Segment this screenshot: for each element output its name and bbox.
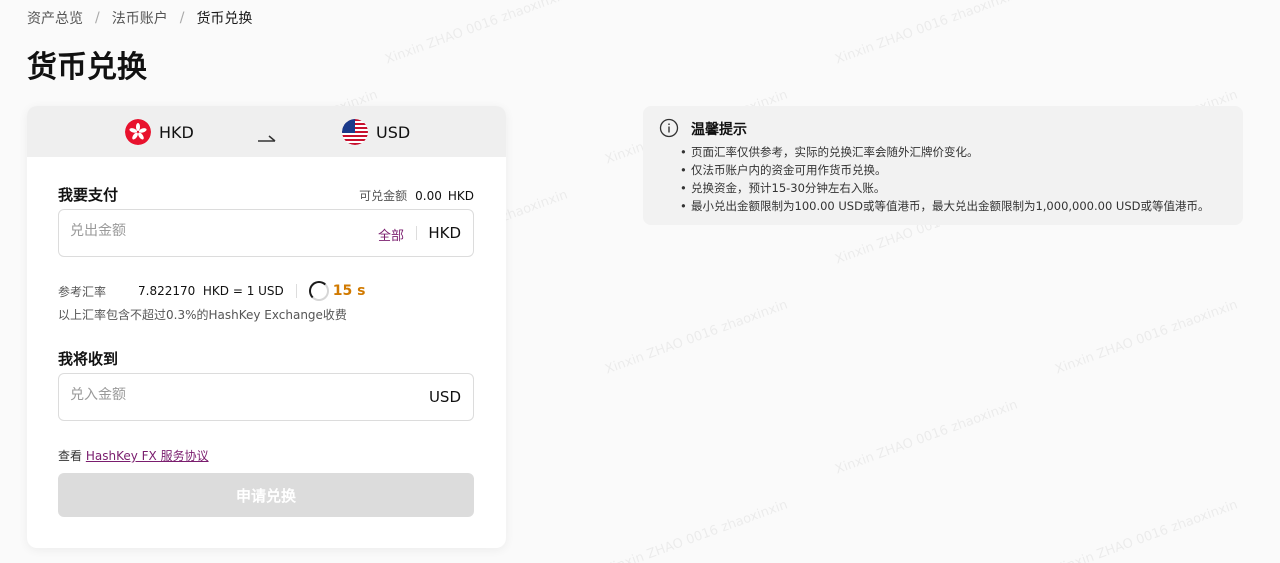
fee-note: 以上汇率包含不超过0.3%的HashKey Exchange收费 bbox=[58, 308, 347, 322]
pay-amount-input[interactable] bbox=[70, 223, 320, 239]
pay-currency-unit: HKD bbox=[428, 224, 461, 242]
receive-amount-input[interactable] bbox=[70, 387, 320, 403]
tip-item: 页面汇率仅供参考，实际的兑换汇率会随外汇牌价变化。 bbox=[680, 143, 1210, 161]
watermark: Xinxin ZHAO 0016 zhaoxinxin bbox=[603, 297, 790, 378]
exchange-card: HKD USD 我要支付 可兑金额 0.00 HKD 兑出金额 全部 HKD 参… bbox=[27, 106, 506, 548]
available-amount: 0.00 bbox=[415, 189, 442, 203]
divider bbox=[295, 284, 297, 298]
watermark: Xinxin ZHAO 0016 zhaoxinxin bbox=[603, 497, 790, 563]
rate-label: 参考汇率 bbox=[58, 284, 107, 299]
service-agreement-link[interactable]: HashKey FX 服务协议 bbox=[86, 449, 209, 463]
receive-label: 我将收到 bbox=[58, 350, 119, 368]
available-currency: HKD bbox=[447, 189, 474, 203]
available-label: 可兑金额 bbox=[359, 189, 408, 203]
breadcrumb: 资产总览 / 法币账户 / 货币兑换 bbox=[27, 8, 252, 28]
swap-arrow-icon[interactable] bbox=[258, 128, 276, 147]
to-currency[interactable]: USD bbox=[342, 119, 410, 145]
exchange-rate-row: 参考汇率 7.822170 HKD = 1 USD 15 s bbox=[58, 281, 366, 301]
tips-title: 温馨提示 bbox=[691, 122, 747, 138]
rate-countdown: 15 s bbox=[332, 283, 366, 299]
pay-amount-field: 全部 HKD bbox=[58, 209, 474, 257]
tip-item: 仅法币账户内的资金可用作货币兑换。 bbox=[680, 161, 1210, 179]
from-currency[interactable]: HKD bbox=[125, 119, 194, 145]
receive-currency-unit: USD bbox=[428, 388, 461, 406]
page-title: 货币兑换 bbox=[27, 50, 147, 85]
all-amount-button[interactable]: 全部 bbox=[378, 225, 404, 244]
us-flag-icon bbox=[342, 119, 368, 145]
watermark: Xinxin ZHAO 0016 zhaoxinxin bbox=[833, 0, 1020, 68]
breadcrumb-item-fiat-account[interactable]: 法币账户 bbox=[112, 8, 168, 28]
watermark: Xinxin ZHAO 0016 zhaoxinxin bbox=[833, 397, 1020, 478]
tips-panel: 温馨提示 页面汇率仅供参考，实际的兑换汇率会随外汇牌价变化。 仅法币账户内的资金… bbox=[643, 106, 1243, 225]
refresh-timer-icon bbox=[308, 281, 329, 301]
receive-amount-field: USD bbox=[58, 373, 474, 421]
available-balance: 可兑金额 0.00 HKD bbox=[359, 187, 474, 204]
breadcrumb-separator: / bbox=[179, 10, 185, 26]
apply-exchange-button[interactable]: 申请兑换 bbox=[58, 473, 474, 517]
currency-pair-bar: HKD USD bbox=[27, 106, 506, 157]
breadcrumb-separator: / bbox=[95, 10, 100, 26]
hong-kong-flag-icon bbox=[125, 119, 151, 145]
agreement-line: 查看 HashKey FX 服务协议 bbox=[58, 447, 209, 464]
watermark: Xinxin ZHAO 0016 zhaoxinxin bbox=[1053, 297, 1240, 378]
pay-label: 我要支付 bbox=[58, 186, 119, 204]
info-icon bbox=[659, 118, 679, 142]
tip-item: 兑换资金，预计15-30分钟左右入账。 bbox=[680, 179, 1210, 197]
agreement-prefix: 查看 bbox=[58, 449, 86, 463]
divider bbox=[416, 226, 417, 240]
from-currency-code: HKD bbox=[159, 122, 194, 142]
to-currency-code: USD bbox=[376, 122, 411, 142]
breadcrumb-item-current: 货币兑换 bbox=[196, 11, 253, 27]
watermark: Xinxin ZHAO 0016 zhaoxinxin bbox=[383, 0, 570, 68]
rate-value: 7.822170 HKD = 1 USD bbox=[138, 284, 284, 298]
tip-item: 最小兑出金额限制为100.00 USD或等值港币，最大兑出金额限制为1,000,… bbox=[680, 197, 1210, 215]
breadcrumb-item-assets-overview[interactable]: 资产总览 bbox=[27, 8, 83, 28]
tips-list: 页面汇率仅供参考，实际的兑换汇率会随外汇牌价变化。 仅法币账户内的资金可用作货币… bbox=[680, 143, 1210, 215]
watermark: Xinxin ZHAO 0016 zhaoxinxin bbox=[1053, 497, 1240, 563]
